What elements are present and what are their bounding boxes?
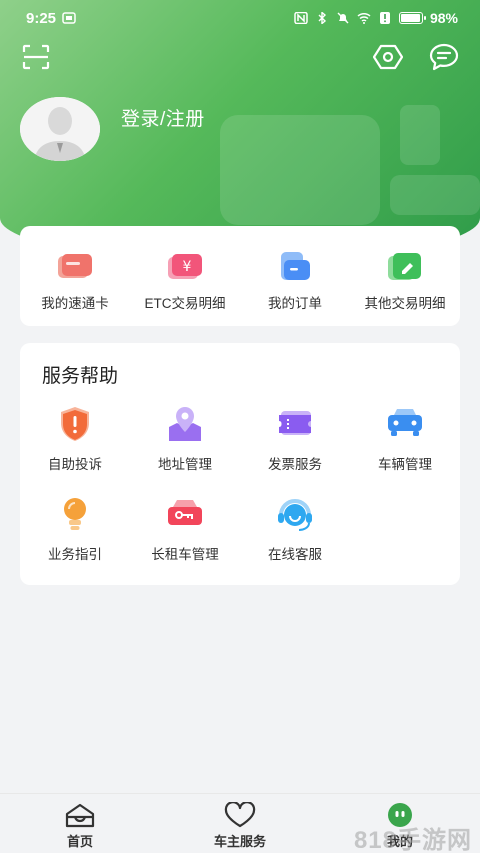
mute-bell-icon: [337, 12, 349, 24]
service-vehicle[interactable]: 车辆管理: [350, 405, 460, 473]
services-grid: 自助投诉 地址管理 发票服务 车辆管理 业务指引 长租车管理 在线客服: [20, 405, 460, 563]
svg-text:¥: ¥: [183, 259, 192, 275]
ticket-icon: [275, 405, 315, 443]
tab-home-label: 首页: [66, 834, 93, 849]
system-icons: 98%: [294, 10, 458, 26]
watermark: 818手游网: [353, 827, 472, 853]
settings-hexagon-icon: [373, 44, 403, 70]
settings-button[interactable]: [371, 40, 405, 74]
nfc-icon: [294, 12, 308, 24]
wallet-icon: [276, 250, 314, 284]
heart-icon: [223, 802, 257, 828]
chat-bubble-icon: [429, 43, 459, 71]
bluetooth-icon: [318, 12, 327, 24]
service-complaint-label: 自助投诉: [48, 457, 102, 472]
lightbulb-icon: [55, 495, 95, 533]
quick-my-card-label: 我的速通卡: [41, 296, 109, 311]
shield-alert-icon: [55, 405, 95, 443]
edit-card-icon: [386, 250, 424, 284]
tab-home[interactable]: 首页: [0, 794, 160, 853]
car-icon: [385, 405, 425, 443]
home-icon: [63, 802, 97, 828]
status-bar: 9:25 98%: [0, 0, 480, 36]
wifi-icon: [357, 12, 371, 24]
battery-icon: [398, 12, 426, 24]
service-address-label: 地址管理: [158, 457, 212, 472]
quick-my-orders[interactable]: 我的订单: [240, 226, 350, 326]
service-address[interactable]: 地址管理: [130, 405, 240, 473]
scan-button[interactable]: [19, 40, 53, 74]
services-card: 服务帮助 自助投诉 地址管理 发票服务 车辆管理 业务指引 长租车管理 在线客服: [20, 343, 460, 585]
messages-button[interactable]: [427, 40, 461, 74]
headset-icon: [275, 495, 315, 533]
battery-fill: [400, 14, 420, 22]
card-icon: [56, 250, 94, 284]
quick-actions-card: 我的速通卡 ¥ ETC交易明细 我的订单 其他交易明细: [20, 226, 460, 326]
service-invoice[interactable]: 发票服务: [240, 405, 350, 473]
avatar[interactable]: [20, 97, 100, 161]
yuan-icon: ¥: [166, 250, 204, 284]
quick-other-label: 其他交易明细: [364, 296, 446, 311]
login-register-link[interactable]: 登录/注册: [121, 104, 205, 131]
tab-owner-services[interactable]: 车主服务: [160, 794, 320, 853]
status-time: 9:25: [26, 10, 76, 27]
tab-owner-services-label: 车主服务: [213, 834, 266, 849]
quick-my-card[interactable]: 我的速通卡: [20, 226, 130, 326]
notification-app-icon: [62, 12, 76, 24]
quick-etc-label: ETC交易明细: [144, 296, 226, 311]
service-vehicle-label: 车辆管理: [378, 457, 432, 472]
quick-other-transactions[interactable]: 其他交易明细: [350, 226, 460, 326]
service-guide-label: 业务指引: [48, 547, 102, 562]
scan-icon: [22, 44, 50, 70]
service-online-support[interactable]: 在线客服: [240, 495, 350, 563]
battery-percent: 98%: [429, 10, 458, 26]
service-online-support-label: 在线客服: [268, 547, 322, 562]
services-title: 服务帮助: [42, 366, 119, 387]
quick-etc-transactions[interactable]: ¥ ETC交易明细: [130, 226, 240, 326]
service-long-rent-label: 长租车管理: [151, 547, 219, 562]
default-avatar-icon: [20, 97, 100, 161]
quick-orders-label: 我的订单: [268, 296, 322, 311]
car-key-icon: [165, 495, 205, 533]
service-invoice-label: 发票服务: [268, 457, 322, 472]
map-pin-icon: [165, 405, 205, 443]
service-long-rent[interactable]: 长租车管理: [130, 495, 240, 563]
alert-icon: [379, 12, 390, 24]
clock: 9:25: [26, 9, 57, 27]
car-interior-illustration: [220, 105, 480, 225]
service-guide[interactable]: 业务指引: [20, 495, 130, 563]
service-complaint[interactable]: 自助投诉: [20, 405, 130, 473]
